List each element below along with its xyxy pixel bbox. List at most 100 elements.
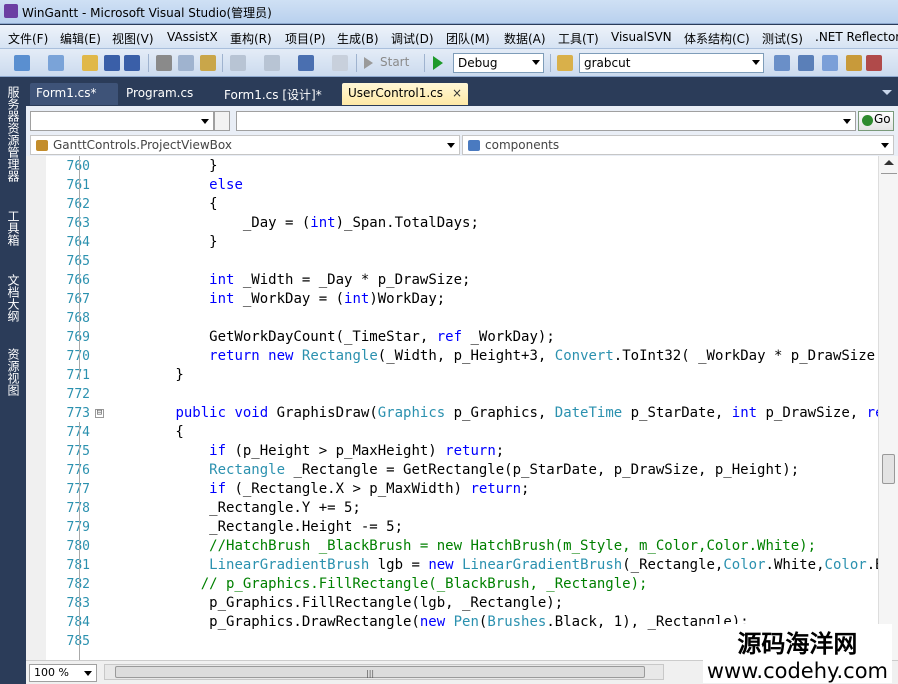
vertical-scrollbar[interactable] — [878, 156, 898, 660]
code-line[interactable]: 774 { — [46, 424, 878, 443]
navigate-forward-icon[interactable] — [332, 55, 348, 71]
menu-file[interactable]: 文件(F) — [8, 30, 48, 47]
save-all-icon[interactable] — [124, 55, 140, 71]
menu-vassistx[interactable]: VAssistX — [167, 30, 218, 44]
code-line[interactable]: 781 LinearGradientBrush lgb = new Linear… — [46, 557, 898, 576]
code-line[interactable]: 778 _Rectangle.Y += 5; — [46, 500, 878, 519]
menu-data[interactable]: 数据(A) — [504, 30, 546, 47]
menu-edit[interactable]: 编辑(E) — [60, 30, 101, 47]
code-line[interactable]: 771 } — [46, 367, 878, 386]
code-line[interactable]: 777 if (_Rectangle.X > p_MaxWidth) retur… — [46, 481, 878, 500]
side-tool-panel: 服务器资源管理器 工具箱 文档大纲 资源视图 — [0, 78, 26, 684]
go-label: Go — [874, 112, 891, 126]
open-file-icon[interactable] — [82, 55, 98, 71]
menu-debug[interactable]: 调试(D) — [391, 30, 434, 47]
side-tab-toolbox[interactable]: 工具箱 — [4, 210, 22, 246]
properties-icon[interactable] — [798, 55, 814, 71]
code-line[interactable]: 779 _Rectangle.Height -= 5; — [46, 519, 878, 538]
paste-icon[interactable] — [200, 55, 216, 71]
code-line[interactable]: 763 _Day = (int)_Span.TotalDays; — [46, 215, 878, 234]
code-line[interactable]: 776 Rectangle _Rectangle = GetRectangle(… — [46, 462, 878, 481]
menu-test[interactable]: 测试(S) — [762, 30, 803, 47]
tab-program-cs[interactable]: Program.cs — [120, 83, 216, 105]
scroll-up-icon[interactable] — [884, 160, 894, 165]
splitter-handle[interactable] — [881, 156, 897, 174]
member-selector[interactable]: components — [462, 135, 894, 155]
go-button[interactable]: Go — [858, 111, 894, 131]
horizontal-scrollbar[interactable]: ||| — [104, 664, 664, 680]
combo-spinner[interactable] — [214, 111, 230, 131]
navigate-backward-icon[interactable] — [298, 55, 314, 71]
save-icon[interactable] — [104, 55, 120, 71]
menu-reflector[interactable]: .NET Reflector — [815, 30, 898, 44]
code-line[interactable]: 782 // p_Graphics.FillRectangle(_BlackBr… — [46, 576, 878, 595]
menu-refactor[interactable]: 重构(R) — [230, 30, 272, 47]
menu-visualsvn[interactable]: VisualSVN — [611, 30, 672, 44]
code-line[interactable]: 783 p_Graphics.FillRectangle(lgb, _Recta… — [46, 595, 878, 614]
find-combo[interactable]: grabcut — [579, 53, 764, 73]
side-tab-resource-view[interactable]: 资源视图 — [4, 348, 22, 396]
find-in-files-icon[interactable] — [557, 55, 573, 71]
tab-form1-cs[interactable]: Form1.cs* — [30, 83, 118, 105]
code-line[interactable]: 764 } — [46, 234, 878, 253]
code-editor[interactable]: 760 }761 else762 {763 _Day = (int)_Span.… — [26, 156, 898, 660]
code-line[interactable]: 760 } — [46, 158, 878, 177]
copy-icon[interactable] — [178, 55, 194, 71]
field-icon — [468, 140, 480, 151]
collapse-icon[interactable]: ⊟ — [95, 409, 104, 418]
extension-icon[interactable] — [866, 55, 882, 71]
code-line[interactable]: 773 ⊟ public void GraphisDraw(Graphics p_… — [46, 405, 892, 424]
side-tab-server-explorer[interactable]: 服务器资源管理器 — [4, 86, 22, 182]
redo-icon[interactable] — [264, 55, 280, 71]
tab-form1-designer[interactable]: Form1.cs [设计]* — [218, 83, 338, 105]
code-line[interactable]: 765 — [46, 253, 878, 272]
menu-view[interactable]: 视图(V) — [112, 30, 154, 47]
code-line[interactable]: 761 else — [46, 177, 878, 196]
code-line[interactable]: 767 int _WorkDay = (int)WorkDay; — [46, 291, 878, 310]
code-text: if (p_Height > p_MaxHeight) return; — [209, 443, 505, 459]
object-combo[interactable] — [30, 111, 214, 131]
code-line[interactable]: 769 GetWorkDayCount(_TimeStar, ref _Work… — [46, 329, 878, 348]
tab-usercontrol1-cs[interactable]: UserControl1.cs × — [342, 83, 468, 105]
line-number: 770 — [46, 349, 90, 364]
code-text: int _WorkDay = (int)WorkDay; — [209, 291, 446, 307]
command-combo[interactable] — [236, 111, 856, 131]
undo-icon[interactable] — [230, 55, 246, 71]
chevron-down-icon — [532, 60, 540, 65]
code-text: } — [108, 367, 184, 383]
type-selector[interactable]: GanttControls.ProjectViewBox — [30, 135, 460, 155]
line-number: 772 — [66, 387, 90, 402]
code-line[interactable]: 775 if (p_Height > p_MaxHeight) return; — [46, 443, 878, 462]
play-icon[interactable] — [433, 56, 443, 70]
code-line[interactable]: 770 return new Rectangle(_Width, p_Heigh… — [46, 348, 892, 367]
code-line[interactable]: 762 { — [46, 196, 878, 215]
go-arrow-icon — [862, 115, 873, 126]
menu-team[interactable]: 团队(M) — [446, 30, 490, 47]
configuration-select[interactable]: Debug — [453, 53, 544, 73]
side-tab-document-outline[interactable]: 文档大纲 — [4, 274, 22, 322]
code-text: p_Graphics.DrawRectangle(new Pen(Brushes… — [108, 614, 749, 630]
menu-tools[interactable]: 工具(T) — [558, 30, 599, 47]
toolbox-icon[interactable] — [846, 55, 862, 71]
tab-list-dropdown-icon[interactable] — [882, 90, 892, 95]
menu-architecture[interactable]: 体系结构(C) — [684, 30, 750, 47]
close-icon[interactable]: × — [452, 86, 462, 100]
code-text: } — [108, 158, 218, 174]
code-line[interactable]: 766 int _Width = _Day * p_DrawSize; — [46, 272, 878, 291]
code-line[interactable]: 780 //HatchBrush _BlackBrush = new Hatch… — [46, 538, 878, 557]
cut-icon[interactable] — [156, 55, 172, 71]
code-line[interactable]: 768 — [46, 310, 878, 329]
new-project-icon[interactable] — [14, 55, 30, 71]
scroll-thumb[interactable]: ||| — [115, 666, 645, 678]
zoom-select[interactable]: 100 % — [29, 664, 97, 682]
object-browser-icon[interactable] — [822, 55, 838, 71]
add-item-icon[interactable] — [48, 55, 64, 71]
solution-explorer-icon[interactable] — [774, 55, 790, 71]
menu-build[interactable]: 生成(B) — [337, 30, 379, 47]
menu-project[interactable]: 项目(P) — [285, 30, 326, 47]
toolbar-separator — [424, 54, 425, 72]
watermark: 源码海洋网 www.codehy.com — [702, 624, 892, 683]
start-button[interactable]: Start — [380, 55, 409, 69]
code-line[interactable]: 772 — [46, 386, 878, 405]
scroll-thumb[interactable] — [882, 454, 895, 484]
